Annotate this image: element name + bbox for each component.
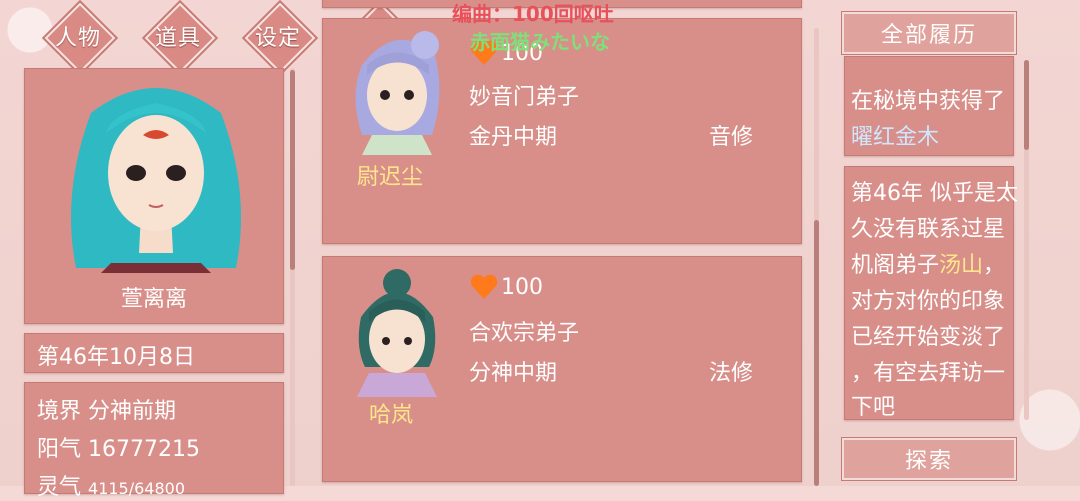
contact-path: 法修 [709, 361, 754, 386]
history-npc-name: 汤山 [939, 253, 984, 278]
ling-label: 灵气 [37, 475, 82, 500]
nav-people-button[interactable]: 人物 [44, 2, 116, 74]
right-scrollbar-thumb[interactable] [1024, 60, 1029, 150]
overlay-credit-line2: 赤面猫みたいな [470, 30, 610, 54]
contact-path: 音修 [709, 125, 754, 150]
player-name: 萱离离 [120, 287, 187, 312]
overlay-credit-line1: 编曲：100回呕吐 [452, 2, 614, 26]
nav-settings-button[interactable]: 设定 [244, 2, 316, 74]
history-text: 已经开始变淡了 [851, 325, 1006, 350]
realm-value: 分神前期 [88, 399, 177, 424]
history-entry: 在秘境中获得了 曜红金木 [844, 56, 1014, 156]
left-scrollbar-thumb[interactable] [290, 70, 295, 270]
nav-items-button[interactable]: 道具 [144, 2, 216, 74]
contact-sect: 合欢宗弟子 [469, 321, 580, 346]
player-portrait [71, 88, 241, 273]
yang-label: 阳气 [37, 437, 82, 462]
contact-card[interactable]: 100 合欢宗弟子 分神中期 法修 哈岚 [322, 256, 802, 482]
ling-value: 4115/64800 [88, 479, 186, 498]
history-text: 机阁弟子 [851, 253, 940, 278]
contact-portrait [357, 269, 437, 397]
contact-level: 金丹中期 [469, 125, 558, 150]
history-text: 在秘境中获得了 [851, 89, 1006, 114]
contact-sect: 妙音门弟子 [469, 85, 580, 110]
history-text: 久没有联系过星 [851, 217, 1006, 242]
nav-people-label: 人物 [54, 26, 101, 51]
contact-level: 分神中期 [469, 361, 558, 386]
explore-button[interactable]: 探索 [842, 438, 1016, 480]
middle-scrollbar-thumb[interactable] [814, 220, 819, 486]
player-stats-panel: 境界 分神前期 阳气 16777215 灵气 4115/64800 [24, 382, 284, 500]
nav-items-label: 道具 [154, 26, 201, 51]
date-panel: 第46年10月8日 [24, 333, 284, 373]
contact-portrait [355, 31, 440, 155]
player-portrait-card[interactable]: 萱离离 [24, 68, 284, 324]
heart-icon [470, 274, 498, 299]
history-entry: 第46年 似乎是太 久没有联系过星 机阁弟子汤山， 对方对你的印象 已经开始变淡… [844, 166, 1018, 420]
contact-name: 尉迟尘 [357, 165, 424, 190]
contact-name: 哈岚 [369, 403, 414, 428]
history-text: 下吧 [851, 395, 896, 420]
history-text: ， [983, 253, 1006, 278]
affection-value: 100 [501, 275, 543, 300]
current-date: 第46年10月8日 [37, 345, 195, 370]
history-text: ，有空去拜访一 [851, 361, 1006, 386]
history-item-name: 曜红金木 [851, 125, 940, 150]
yang-value: 16777215 [88, 437, 200, 462]
nav-settings-label: 设定 [254, 26, 301, 51]
realm-label: 境界 [37, 399, 82, 424]
history-text: 第46年 似乎是太 [851, 181, 1018, 206]
all-history-button[interactable]: 全部履历 [842, 12, 1016, 54]
history-text: 对方对你的印象 [851, 289, 1006, 314]
